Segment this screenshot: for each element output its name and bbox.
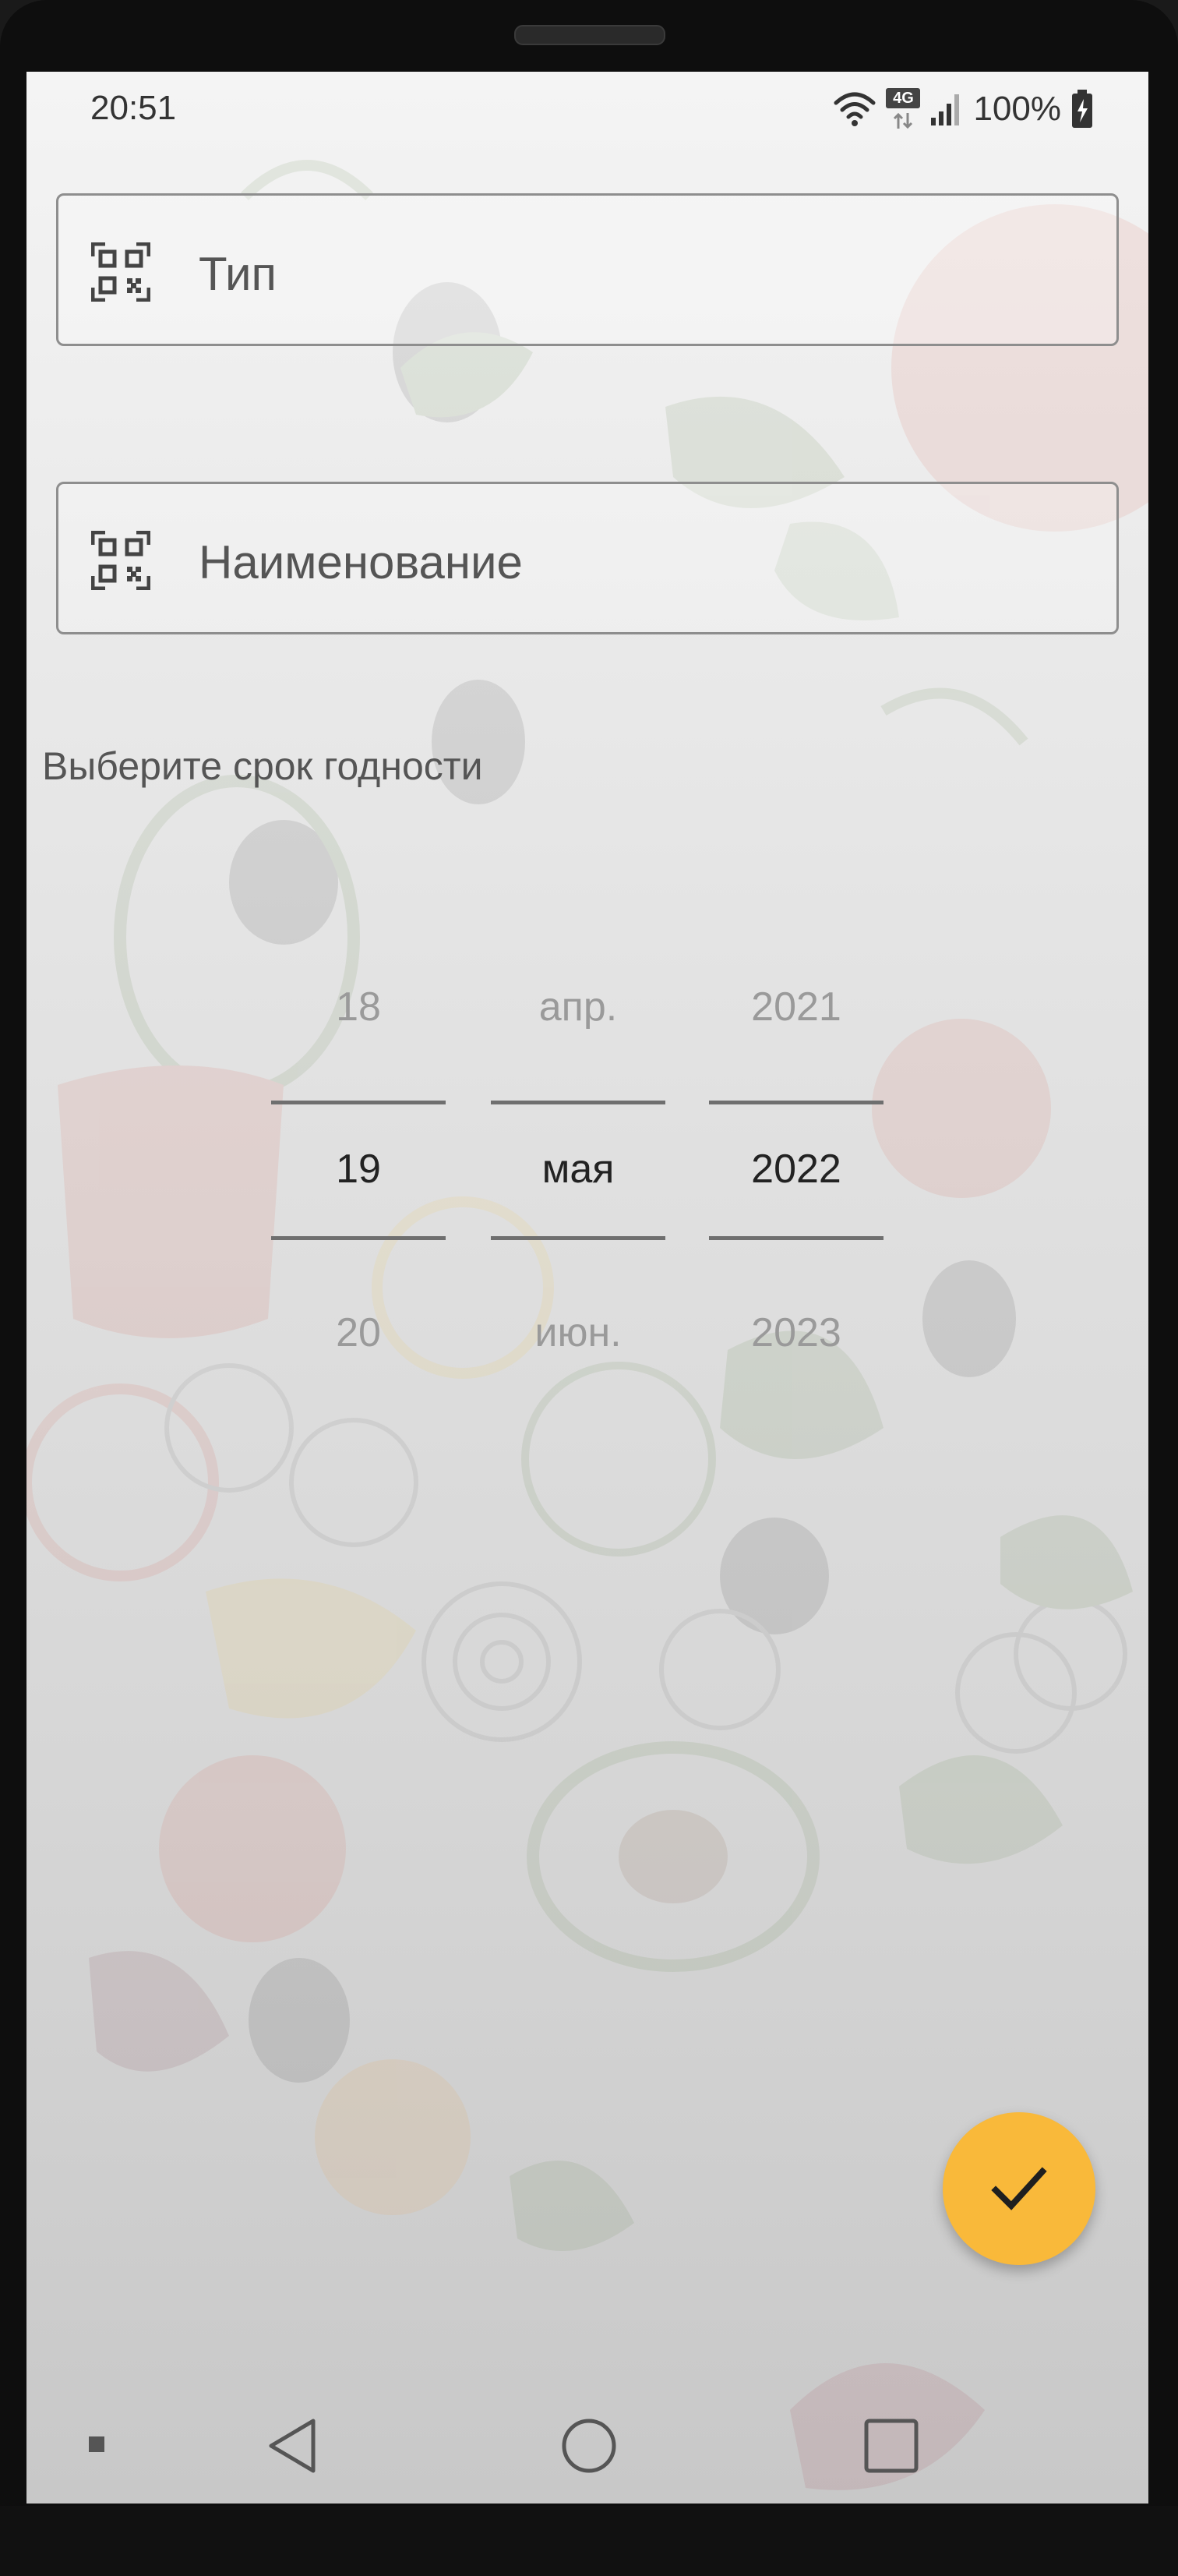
day-current[interactable]: 19: [271, 1146, 446, 1193]
month-next[interactable]: июн.: [491, 1309, 665, 1356]
back-icon[interactable]: [265, 2416, 319, 2475]
status-bar: 20:51 4G 100%: [26, 72, 1148, 150]
day-selection-line-bottom: [271, 1236, 446, 1240]
year-current[interactable]: 2022: [709, 1146, 884, 1193]
name-field[interactable]: Наименование: [56, 482, 1119, 634]
confirm-fab-button[interactable]: [943, 2112, 1095, 2265]
year-selection-line-bottom: [709, 1236, 884, 1240]
type-field[interactable]: Тип: [56, 193, 1119, 346]
phone-bottom-bezel: [0, 2506, 1178, 2576]
status-icons: 4G 100%: [833, 87, 1094, 131]
signal-icon: [931, 94, 960, 125]
name-field-placeholder: Наименование: [199, 536, 523, 588]
app-screen: 20:51 4G 100% Тип Наименование Выберите …: [26, 72, 1148, 2504]
recents-icon[interactable]: [863, 2418, 919, 2474]
year-spinner[interactable]: 2021 2022 2023: [709, 913, 884, 1355]
month-selection-line-bottom: [491, 1236, 665, 1240]
status-time: 20:51: [90, 89, 177, 127]
month-current[interactable]: мая: [491, 1146, 665, 1193]
expiry-date-label: Выберите срок годности: [42, 744, 483, 788]
check-icon: [991, 2167, 1047, 2210]
qr-scan-icon[interactable]: [91, 242, 150, 302]
month-spinner[interactable]: апр. мая июн.: [491, 913, 665, 1355]
mobile-data-4g-icon: 4G: [886, 88, 921, 130]
navigation-bar: [26, 2394, 1148, 2504]
day-spinner[interactable]: 18 19 20: [271, 913, 446, 1355]
menu-dot-icon[interactable]: [87, 2435, 106, 2454]
year-selection-line-top: [709, 1101, 884, 1104]
type-field-placeholder: Тип: [199, 248, 277, 300]
battery-percent: 100%: [973, 90, 1061, 128]
month-prev[interactable]: апр.: [491, 984, 665, 1030]
battery-charging-icon: [1072, 90, 1092, 128]
day-selection-line-top: [271, 1101, 446, 1104]
day-next[interactable]: 20: [271, 1309, 446, 1356]
network-type-label: 4G: [886, 88, 921, 108]
year-next[interactable]: 2023: [709, 1309, 884, 1356]
wifi-icon: [834, 92, 876, 126]
day-prev[interactable]: 18: [271, 984, 446, 1030]
home-icon[interactable]: [561, 2418, 617, 2474]
qr-scan-icon[interactable]: [91, 531, 150, 590]
month-selection-line-top: [491, 1101, 665, 1104]
phone-speaker: [514, 25, 665, 45]
year-prev[interactable]: 2021: [709, 984, 884, 1030]
